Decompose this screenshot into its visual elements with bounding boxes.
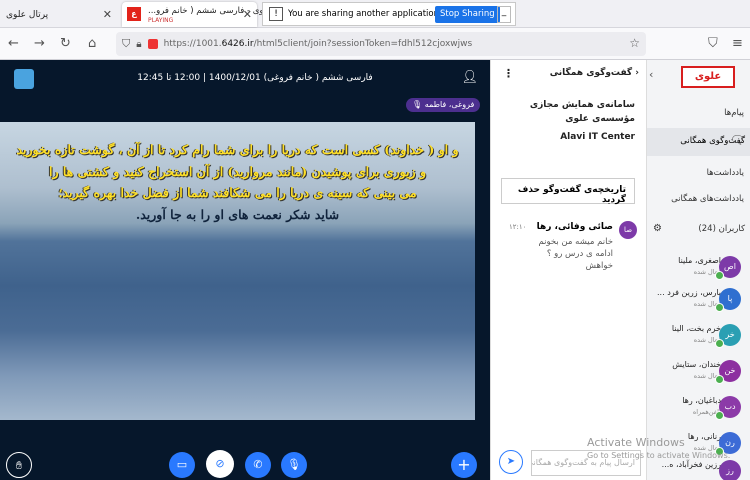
welcome-english: Alavi IT Center <box>560 132 635 142</box>
microphone-icon: 🎙︎ <box>412 100 423 109</box>
sidebar-item-public-chat[interactable]: گفت‌وگوی همگانی 🗨︎ <box>647 128 750 156</box>
chat-cleared-notice: تاریخچه‌ی گفت‌وگو حذف گردید <box>501 178 635 205</box>
action-bar: ✋︎ ▭ ⊘ ✆ 🎙︎ + <box>0 450 490 480</box>
send-icon[interactable]: ➤ <box>499 450 523 474</box>
user-name: پارس، زرین فرد ... <box>657 288 721 297</box>
tab-label: علوی - فارسی ششم ( خانم فرو... <box>148 5 272 16</box>
user-name: رزین فخرآباد، ه... <box>661 460 721 469</box>
minimize-icon[interactable]: _ <box>497 6 511 23</box>
user-name: خندان، ستایش <box>672 360 721 369</box>
chat-back-icon[interactable]: ‹ <box>632 68 639 78</box>
tab-close-icon[interactable]: ✕ <box>243 8 252 21</box>
chat-message: صا صائی وفائی، رها ۱۲:۱۰ خانم میشه من بخ… <box>495 218 643 280</box>
hand-raise-icon[interactable]: ✋︎ <box>6 452 32 478</box>
slide-line: می بینی که سینه ی دریا را می شکافند شما … <box>58 185 417 200</box>
chat-icon: 🗨︎ <box>729 133 745 147</box>
tab-portal[interactable]: پرتال علوی ✕ <box>0 2 118 27</box>
user-list-panel: ‹ علوی پیام‌ها گفت‌وگوی همگانی 🗨︎ یادداش… <box>646 60 750 480</box>
welcome-message: سامانه‌ی همایش مجازی مؤسسه‌ی علوی Alavi … <box>501 98 635 144</box>
meeting-title: فارسی ششم ( خانم فروغی) 1400/12/01 | 12:… <box>137 73 373 83</box>
avatar: رز <box>719 460 741 480</box>
star-icon[interactable]: ☆ <box>629 36 640 50</box>
slide-line: و زیوری برای پوشیدن (مانند مروارید) از آ… <box>49 163 426 179</box>
slide-text: و او ( خداوند) کسی است که دریا را برای ش… <box>10 139 465 225</box>
tab-favicon-icon: ع <box>127 7 141 21</box>
camera-off-icon[interactable]: ⊘ <box>206 450 234 478</box>
list-item[interactable]: پارس، زرین فرد ... فعال شده پا <box>647 286 750 316</box>
list-item[interactable]: دباغیان، رها تلفن‌همراه دب <box>647 394 750 424</box>
pocket-icon[interactable]: ⛉ <box>708 36 718 51</box>
microphone-icon[interactable]: 🎙︎ <box>281 452 307 478</box>
talking-indicator: 🎙︎ فروغی، فاطمه <box>406 98 481 112</box>
forward-arrow-icon[interactable]: → <box>34 36 45 51</box>
screen-share-icon[interactable]: ▭ <box>169 452 195 478</box>
messages-section-title: پیام‌ها <box>724 108 744 118</box>
tab-meeting[interactable]: ع علوی - فارسی ششم ( خانم فرو... PLAYING… <box>122 2 272 27</box>
presence-badge <box>715 303 724 312</box>
list-item[interactable]: خرم بخت، الینا فعال شده خر <box>647 322 750 352</box>
chat-panel: ‹ گفت‌وگوی همگانی ⋮ سامانه‌ی همایش مجازی… <box>490 60 646 480</box>
message-author: صائی وفائی، رها <box>536 222 613 232</box>
more-options-icon[interactable]: ⋮ <box>503 67 514 80</box>
welcome-line: مؤسسه‌ی علوی <box>565 114 635 124</box>
presentation-area: فارسی ششم ( خانم فروغی) 1400/12/01 | 12:… <box>0 60 490 480</box>
sidebar-item-shared-notes[interactable]: یادداشت‌های همگانی <box>671 194 744 204</box>
message-text: خانم میشه من بخونم ادامه ی درس رو ؟ خواه… <box>538 237 613 271</box>
url-text: https://1001.6426.ir/html5client/join?se… <box>163 39 473 49</box>
user-name: اصغری، ملینا <box>678 256 721 265</box>
user-name: خرم بخت، الینا <box>671 324 721 333</box>
phone-icon[interactable]: ✆ <box>245 452 271 478</box>
chat-title: گفت‌وگوی همگانی <box>549 68 633 78</box>
presence-badge <box>715 339 724 348</box>
gear-icon[interactable]: ⚙ <box>653 223 662 234</box>
back-arrow-icon[interactable]: ← <box>8 36 19 51</box>
presence-badge <box>715 375 724 384</box>
sharing-indicator-icon[interactable] <box>147 39 158 49</box>
watermark-subtitle: Go to Settings to activate Windows. <box>587 451 731 460</box>
browser-tab-strip: پرتال علوی ✕ ع علوی - فارسی ششم ( خانم ف… <box>0 0 750 28</box>
stop-sharing-button[interactable]: Stop Sharing <box>435 6 500 23</box>
meeting-header: فارسی ششم ( خانم فروغی) 1400/12/01 | 12:… <box>0 60 490 98</box>
menu-icon[interactable]: ≡ <box>732 36 743 51</box>
info-icon: ! <box>269 7 283 21</box>
message-time: ۱۲:۱۰ <box>509 223 527 231</box>
users-section-title: کاربران (24) ⚙ <box>653 223 745 234</box>
app-logo-icon[interactable] <box>14 69 34 89</box>
list-item[interactable]: خندان، ستایش فعال شده خن <box>647 358 750 388</box>
notes-section-title: یادداشت‌ها <box>706 168 744 178</box>
shield-icon[interactable]: ⛉ <box>122 37 130 51</box>
tab-close-icon[interactable]: ✕ <box>103 8 112 21</box>
screen-share-notification: ! You are sharing another application wi… <box>262 2 516 26</box>
avatar: صا <box>619 221 637 239</box>
watermark-title: Activate Windows <box>587 436 685 449</box>
plus-icon[interactable]: + <box>451 452 477 478</box>
list-item[interactable]: رزین فخرآباد، ه... رز <box>647 458 750 480</box>
tab-label: پرتال علوی <box>6 9 49 20</box>
reload-icon[interactable]: ↻ <box>60 36 71 51</box>
chat-header: ‹ گفت‌وگوی همگانی ⋮ <box>491 60 647 86</box>
tab-audio-status: PLAYING <box>148 16 174 24</box>
navigation-bar: ← → ↻ ⌂ ⛉ 🔒︎ https://1001.6426.ir/html5c… <box>0 28 750 60</box>
presence-badge <box>715 271 724 280</box>
activation-watermark: Activate Windows Go to Settings to activ… <box>587 436 730 460</box>
brand-logo: علوی <box>681 66 735 88</box>
slide-line: شاید شکر نعمت های او را به جا آورید. <box>135 206 340 222</box>
presence-badge <box>715 411 724 420</box>
address-bar[interactable]: ⛉ 🔒︎ https://1001.6426.ir/html5client/jo… <box>116 32 646 56</box>
user-icon[interactable]: 👤︎ <box>461 70 478 85</box>
welcome-line: سامانه‌ی همایش مجازی <box>529 100 635 110</box>
user-name: دباغیان، رها <box>682 396 721 405</box>
lock-icon[interactable]: 🔒︎ <box>136 39 141 50</box>
home-icon[interactable]: ⌂ <box>88 36 96 51</box>
slide-line: و او ( خداوند) کسی است که دریا را برای ش… <box>16 142 459 157</box>
slide: و او ( خداوند) کسی است که دریا را برای ش… <box>0 122 475 420</box>
speaker-name: فروغی، فاطمه <box>424 100 475 109</box>
list-item[interactable]: اصغری، ملینا فعال شده اص <box>647 254 750 284</box>
chevron-left-icon[interactable]: ‹ <box>649 68 653 81</box>
